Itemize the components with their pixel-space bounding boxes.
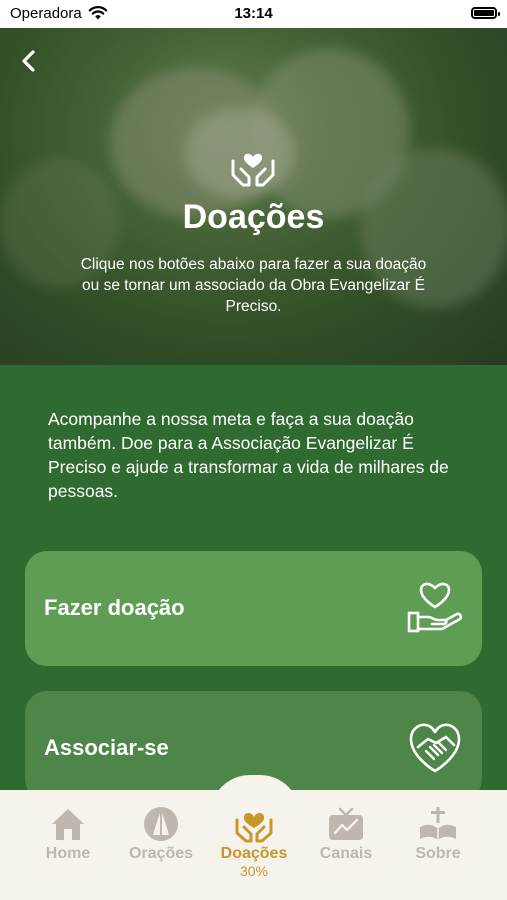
home-icon — [52, 809, 84, 840]
page-subtitle: Clique nos botões abaixo para fazer a su… — [80, 256, 427, 315]
clock: 13:14 — [234, 5, 273, 22]
tab-prayers[interactable]: Orações — [116, 805, 206, 863]
tv-icon — [329, 807, 363, 840]
tab-about[interactable]: Sobre — [393, 805, 483, 863]
bible-cross-icon — [420, 807, 456, 840]
donation-goal-percent: 30% — [239, 863, 269, 879]
tab-home[interactable]: Home — [23, 805, 113, 863]
heart-hands-icon — [231, 153, 275, 187]
donate-button[interactable]: Fazer doação — [25, 551, 482, 666]
intro-text: Acompanhe a nossa meta e faça a sua doaç… — [48, 409, 449, 501]
header-banner: Doações Clique nos botões abaixo para fa… — [0, 28, 507, 365]
tab-about-label: Sobre — [415, 845, 461, 862]
handshake-heart-icon — [409, 723, 461, 773]
tab-prayers-label: Orações — [128, 845, 194, 862]
associate-button-label: Associar-se — [44, 735, 169, 760]
tab-donations-label: Doações — [220, 845, 288, 862]
status-bar: Operadora 13:14 — [0, 0, 507, 28]
tab-donations[interactable]: Doações 30% — [209, 805, 299, 879]
heart-hands-icon — [235, 813, 273, 843]
heart-hand-icon — [407, 582, 463, 633]
back-button[interactable] — [14, 46, 44, 76]
praying-hands-icon — [144, 807, 178, 841]
main-content: Acompanhe a nossa meta e faça a sua doaç… — [0, 365, 507, 801]
donate-button-label: Fazer doação — [44, 595, 185, 620]
tab-home-label: Home — [45, 845, 91, 862]
page-title: Doações — [182, 198, 325, 236]
tab-channels-label: Canais — [319, 845, 373, 862]
battery-icon — [471, 7, 500, 19]
tab-channels[interactable]: Canais — [301, 805, 391, 863]
